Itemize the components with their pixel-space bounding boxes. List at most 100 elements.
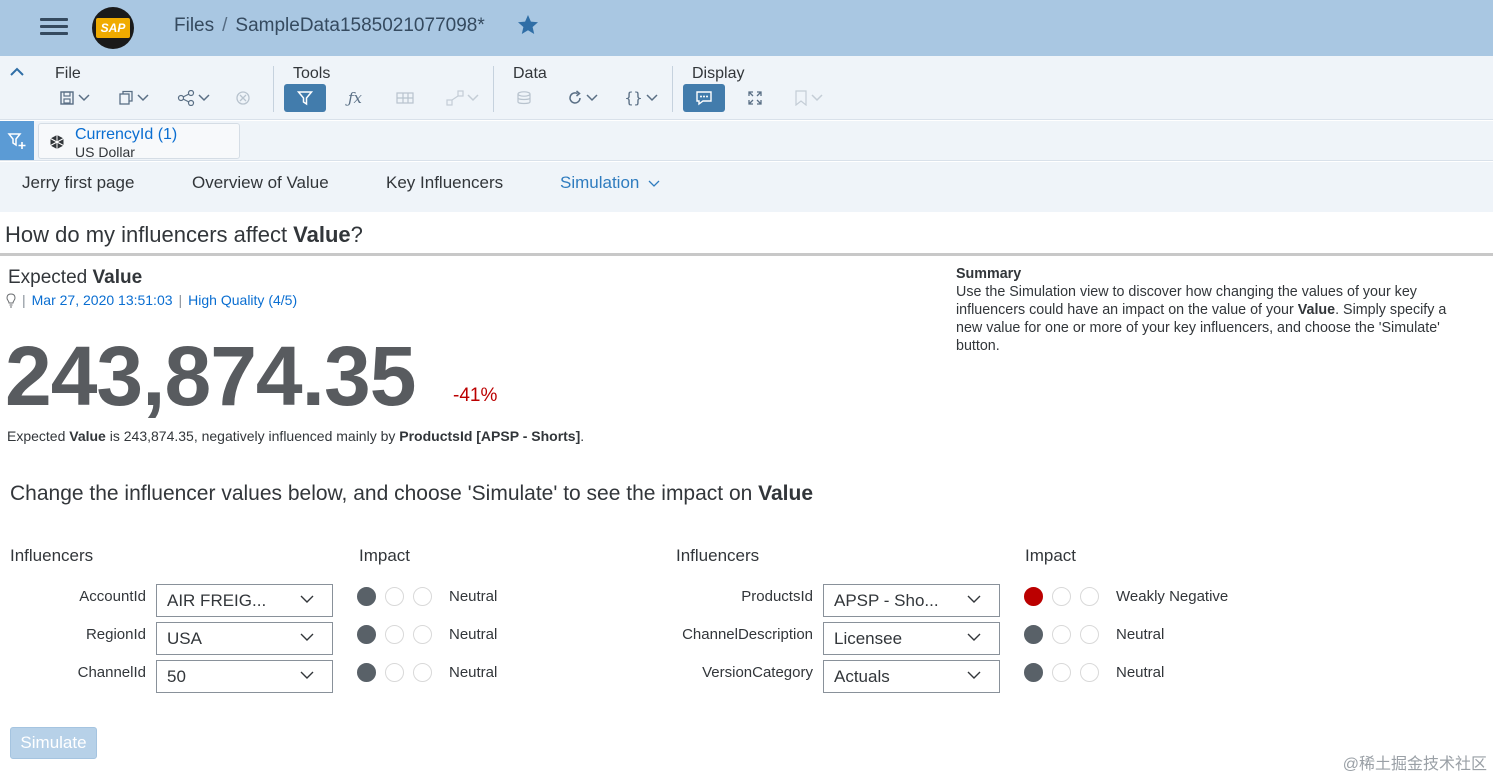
desc-part: . (580, 428, 585, 444)
currency-filter-token[interactable]: CurrencyId (1) US Dollar (38, 123, 240, 160)
select-value: USA (167, 629, 202, 648)
comment-button[interactable] (683, 84, 725, 112)
impact-dot (1080, 625, 1099, 644)
breadcrumb: Files / SampleData1585021077098* (174, 15, 485, 37)
watermark: @稀土掘金技术社区 (1342, 756, 1487, 773)
desc-influencer: ProductsId [APSP - Shorts] (399, 428, 581, 444)
page-title-prefix: How do my influencers affect (5, 222, 294, 247)
bookmark-button[interactable] (787, 84, 829, 112)
impact-dot (1080, 663, 1099, 682)
row-label-channeldescription: ChannelDescription (682, 626, 813, 643)
tab-key-influencers[interactable]: Key Influencers (386, 173, 503, 193)
chevron-down-icon (300, 633, 314, 641)
impact-dot (385, 663, 404, 682)
chevron-down-icon (648, 180, 660, 187)
tab-simulation[interactable]: Simulation (560, 173, 660, 193)
link-icon (445, 90, 464, 106)
title-divider (0, 253, 1493, 256)
favorite-star-icon[interactable] (516, 13, 540, 37)
share-button[interactable] (172, 84, 214, 112)
copy-button[interactable] (113, 84, 153, 112)
cancel-icon (236, 91, 250, 105)
versioncategory-select[interactable]: Actuals (823, 660, 1000, 693)
tab-jerry-first-page[interactable]: Jerry first page (22, 173, 134, 193)
impact-dot (1052, 663, 1071, 682)
add-filter-button[interactable] (0, 121, 34, 160)
chevron-down-icon (646, 94, 658, 102)
dimension-cube-icon (50, 135, 64, 149)
toolbar-divider (493, 66, 494, 112)
lightbulb-icon (6, 292, 16, 307)
row-label-channelid: ChannelId (77, 664, 146, 681)
instruction-measure: Value (758, 482, 814, 505)
file-name: SampleData1585021077098* (235, 15, 485, 36)
filter-bar: CurrencyId (1) US Dollar (0, 121, 1493, 161)
meta-separator: | (22, 292, 26, 308)
impact-label: Weakly Negative (1116, 588, 1229, 605)
impact-dot (413, 663, 432, 682)
page-title-measure: Value (293, 222, 351, 247)
impact-dot (357, 587, 376, 606)
copy-icon (118, 90, 133, 105)
select-value: Licensee (834, 629, 903, 648)
sap-logo[interactable]: SAP (92, 7, 134, 49)
channelid-select[interactable]: 50 (156, 660, 333, 693)
save-icon (59, 91, 74, 105)
breadcrumb-files-link[interactable]: Files (174, 15, 214, 36)
quality-link[interactable]: High Quality (4/5) (188, 292, 297, 308)
impact-label: Neutral (1116, 664, 1165, 681)
accountid-select[interactable]: AIR FREIG... (156, 584, 333, 617)
collapse-toolbar-icon[interactable] (9, 65, 25, 79)
formula-button[interactable]: ƒx (343, 84, 367, 112)
impact-label: Neutral (449, 588, 498, 605)
cancel-button[interactable] (232, 84, 254, 112)
filter-tool-button[interactable] (284, 84, 326, 112)
channeldescription-select[interactable]: Licensee (823, 622, 1000, 655)
braces-icon: {} (624, 89, 643, 107)
link-tool-button[interactable] (441, 84, 483, 112)
impact-dot (385, 587, 404, 606)
fullscreen-button[interactable] (743, 84, 767, 112)
prediction-date: Mar 27, 2020 13:51:03 (31, 292, 173, 308)
save-button[interactable] (54, 84, 94, 112)
formula-icon: ƒx (347, 89, 362, 107)
impact-dot (1024, 587, 1043, 606)
table-tool-button[interactable] (393, 84, 417, 112)
chevron-down-icon (810, 94, 823, 102)
tab-simulation-label: Simulation (560, 173, 640, 192)
grid-icon (396, 92, 414, 104)
impact-dot (1024, 625, 1043, 644)
tab-overview-of-value[interactable]: Overview of Value (192, 173, 329, 193)
data-source-button[interactable] (513, 84, 537, 112)
chevron-down-icon (967, 671, 981, 679)
desc-part: is 243,874.35, negatively influenced mai… (105, 428, 400, 444)
refresh-icon (568, 90, 581, 104)
script-button[interactable]: {} (620, 84, 662, 112)
filter-value: US Dollar (75, 144, 135, 160)
expected-description: Expected Value is 243,874.35, negatively… (7, 428, 584, 444)
expected-value: 243,874.35 (5, 329, 416, 423)
chevron-down-icon (585, 94, 598, 102)
chevron-down-icon (967, 633, 981, 641)
meta-separator: | (178, 292, 183, 308)
row-label-accountid: AccountId (79, 588, 146, 605)
impact-dot (357, 625, 376, 644)
bookmark-icon (794, 90, 807, 106)
refresh-button[interactable] (561, 84, 603, 112)
desc-measure: Value (69, 428, 106, 444)
influencers-header-left: Influencers (10, 546, 94, 565)
simulate-button[interactable]: Simulate (10, 727, 97, 759)
menu-icon[interactable] (40, 14, 68, 40)
impact-dot (1080, 587, 1099, 606)
add-filter-icon (7, 132, 26, 149)
impact-dot (1052, 587, 1071, 606)
desc-part: Expected (7, 428, 70, 444)
instruction-part: Change the influencer values below, and … (10, 482, 759, 505)
productsid-select[interactable]: APSP - Sho... (823, 584, 1000, 617)
impact-dot (1052, 625, 1071, 644)
logo-text: SAP (96, 18, 130, 38)
regionid-select[interactable]: USA (156, 622, 333, 655)
filter-title: CurrencyId (1) (75, 126, 178, 143)
impact-header-left: Impact (359, 546, 411, 565)
toolbar-divider (273, 66, 274, 112)
